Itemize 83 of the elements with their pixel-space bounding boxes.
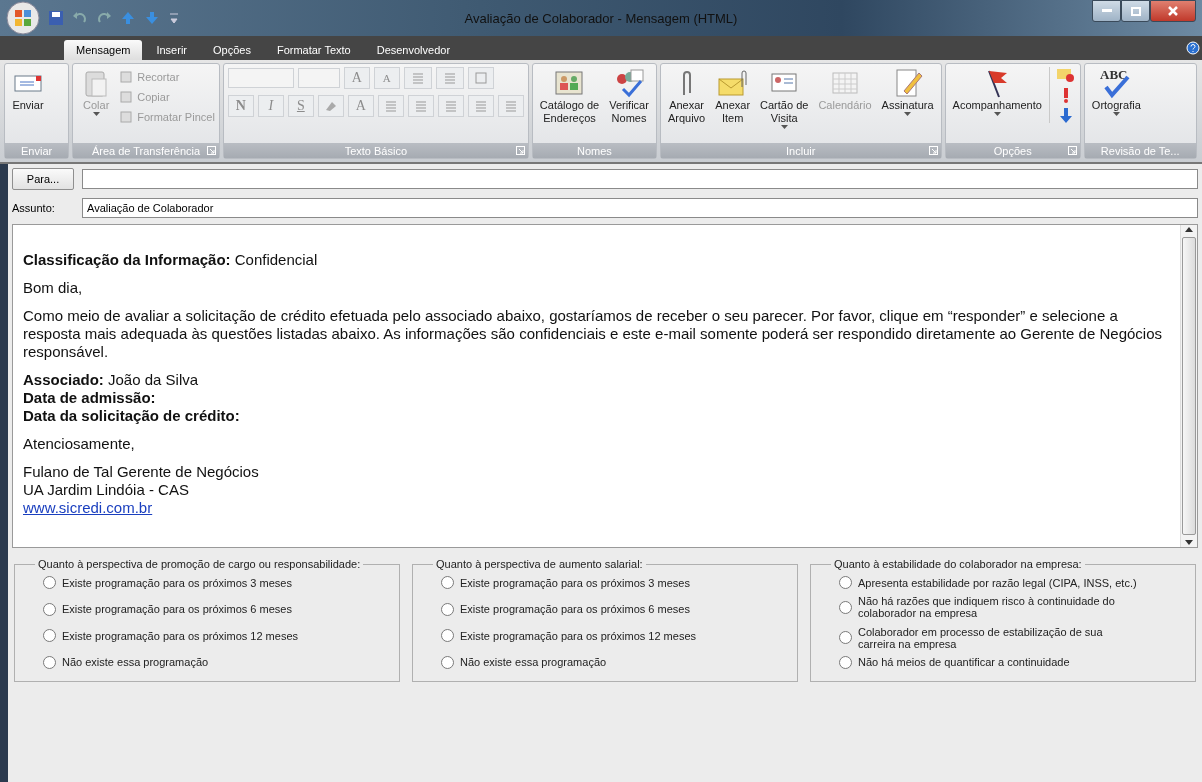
dialog-launcher-icon[interactable]: [206, 146, 216, 155]
ribbon-tab[interactable]: Mensagem: [64, 40, 143, 60]
minimize-button[interactable]: [1092, 0, 1121, 22]
subject-label: Assunto:: [12, 202, 56, 214]
question-title: Quanto à perspectiva de aumento salarial:: [435, 558, 644, 570]
ribbon-button[interactable]: Acompanhamento: [949, 67, 1045, 116]
align-center-icon: [414, 100, 427, 112]
caret-icon: [904, 112, 912, 116]
to-button[interactable]: Para...: [12, 168, 74, 190]
scroll-down-icon[interactable]: [1183, 537, 1195, 547]
customize-icon[interactable]: [168, 11, 180, 25]
group-label: Revisão de Te...: [1100, 144, 1180, 157]
envelope-icon: [716, 67, 749, 99]
to-field[interactable]: [82, 169, 1198, 189]
help-icon[interactable]: [1186, 41, 1200, 55]
window-title: Avaliação de Colaborador - Mensagem (HTML): [463, 10, 739, 26]
caret-icon: [92, 112, 100, 116]
maximize-icon: [1130, 6, 1141, 16]
radio-option[interactable]: Existe programação para os próximos 12 meses: [35, 629, 389, 643]
ribbon-tab[interactable]: Inserir: [144, 40, 199, 60]
body-text: Bom dia,: [23, 279, 84, 297]
scroll-up-icon[interactable]: [1183, 225, 1195, 235]
ribbon-tab[interactable]: Formatar Texto: [264, 40, 363, 60]
radio-option[interactable]: Existe programação para os próximos 12 meses: [433, 629, 787, 643]
spelling-button[interactable]: ABC Ortografia: [1088, 67, 1144, 116]
radio-option[interactable]: Existe programação para os próximos 6 meses: [35, 602, 389, 616]
body-text: Data da solicitação de crédito:: [23, 407, 241, 425]
radio-option[interactable]: Existe programação para os próximos 6 meses: [433, 602, 787, 616]
group-label: Texto Básico: [344, 144, 407, 157]
caret-icon: [993, 112, 1001, 116]
group-label: Opções: [993, 144, 1032, 157]
radio-option[interactable]: Não há razões que indiquem risco à continuidade do colaborador na empresa: [831, 595, 1185, 620]
radio-option[interactable]: Colaborador em processo de estabilização de sua carreira na empresa: [831, 625, 1185, 650]
ribbon-button[interactable]: Assinatura: [878, 67, 937, 116]
group-label: Incluir: [786, 144, 816, 157]
align-right-icon: [444, 100, 457, 112]
body-text: Como meio de avaliar a solicitação de crédito efetuada pelo associado abaixo, gostaríamos de receber o seu parecer. Por favor, clique em “responder” e selecione a resposta mais adequada às questões listadas abaixo. As informações são confidenciais e este e-mail somente poderá ser respondido diretamente ao Gerente de Negócios responsável.: [23, 307, 1163, 361]
group-label: Nomes: [576, 144, 612, 157]
caret-icon: [780, 125, 788, 129]
radio-option[interactable]: Não existe essa programação: [433, 655, 787, 669]
group-label: Enviar: [21, 144, 53, 157]
body-text: Associado: João da Silva: [23, 371, 200, 389]
body-text: Data de admissão:: [23, 389, 157, 407]
styles-icon: [474, 72, 487, 84]
dialog-launcher-icon[interactable]: [928, 146, 938, 155]
ribbon-tab[interactable]: Opções: [201, 40, 263, 60]
scrollbar[interactable]: [1180, 225, 1197, 547]
align-left-icon: [384, 100, 397, 112]
decrease-indent-icon: [474, 100, 487, 112]
ribbon-button[interactable]: Cartão de Visita: [757, 67, 812, 129]
ribbon-button[interactable]: Anexar Item: [712, 67, 754, 125]
office-logo-icon[interactable]: [6, 1, 40, 35]
up-arrow-icon[interactable]: [120, 10, 136, 26]
maximize-button[interactable]: [1121, 0, 1150, 22]
ribbon-tab[interactable]: Desenvolvedor: [364, 40, 463, 60]
envelope-icon[interactable]: [1055, 67, 1076, 83]
body-text: UA Jardim Lindóia - CAS: [23, 481, 190, 499]
body-text: Classificação da Informação: Confidencial: [23, 251, 319, 269]
dialog-launcher-icon[interactable]: [1067, 146, 1077, 155]
ribbon-button[interactable]: Anexar Arquivo: [664, 67, 709, 125]
caret-icon: [1112, 112, 1120, 116]
increase-indent-icon: [504, 100, 517, 112]
body-text: Fulano de Tal Gerente de Negócios: [23, 463, 260, 481]
highlighter-icon: [324, 101, 337, 111]
radio-option[interactable]: Não há meios de quantificar a continuidade: [831, 656, 1185, 669]
ribbon-button[interactable]: Enviar: [9, 67, 47, 112]
close-button[interactable]: [1150, 0, 1196, 22]
radio-option[interactable]: Não existe essa programação: [35, 655, 389, 669]
subject-field[interactable]: Avaliação de Colaborador: [82, 198, 1198, 218]
group-label: Área de Transferência: [91, 144, 201, 157]
radio-option[interactable]: Existe programação para os próximos 3 meses: [433, 576, 787, 589]
ribbon-button[interactable]: Verificar Nomes: [606, 67, 652, 125]
question-title: Quanto à estabilidade do colaborador na empresa:: [833, 558, 1083, 570]
question-title: Quanto à perspectiva de promoção de cargo ou responsabilidade:: [37, 558, 362, 570]
radio-option[interactable]: Existe programação para os próximos 3 meses: [35, 576, 389, 589]
minimize-icon: [1101, 9, 1112, 13]
radio-option[interactable]: Apresenta estabilidade por razão legal (CIPA, INSS, etc.): [831, 576, 1185, 589]
close-icon: [1168, 6, 1178, 16]
save-icon[interactable]: [48, 10, 64, 26]
dialog-launcher-icon[interactable]: [515, 146, 525, 155]
ribbon-button[interactable]: Catálogo de Endereços: [536, 67, 603, 125]
body-text: Atenciosamente,: [23, 435, 136, 453]
website-link[interactable]: www.sicredi.com.br: [23, 499, 153, 516]
